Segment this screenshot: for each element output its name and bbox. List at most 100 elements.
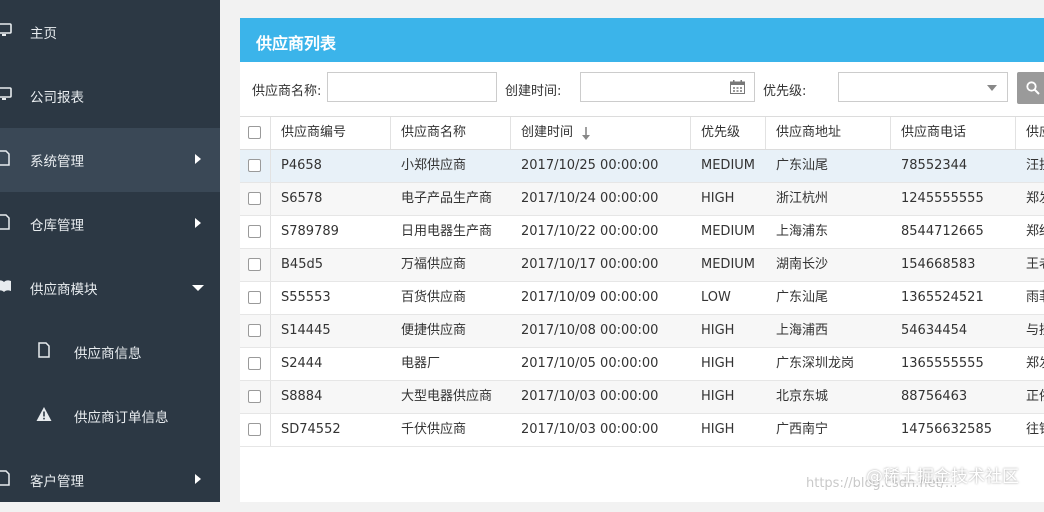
column-header-created-time[interactable]: 创建时间 [511, 117, 691, 149]
panel-header: 供应商列表 [240, 18, 1044, 62]
table-cell: 88756463 [901, 389, 968, 404]
table-row[interactable]: S14445 便捷供应商 2017/10/08 00:00:00 HIGH 上海浦西 54… [240, 315, 1044, 348]
table-cell: 千伏供应商 [401, 422, 467, 437]
table-cell: 汪挂 [1026, 158, 1044, 173]
sidebar-item-label: 公司报表 [30, 90, 84, 106]
created-time-label: 创建时间: [505, 84, 562, 99]
row-checkbox[interactable] [248, 357, 261, 370]
sidebar-item-label: 仓库管理 [30, 218, 84, 234]
table-cell: 2017/10/05 00:00:00 [521, 356, 659, 371]
document-icon [38, 342, 50, 358]
created-time-picker[interactable] [580, 72, 755, 102]
sidebar-item-supplier-module[interactable]: 供应商模块 [0, 256, 220, 320]
caret-right-icon [195, 154, 201, 164]
table-cell: 广西南宁 [776, 422, 829, 437]
caret-right-icon [195, 218, 201, 228]
row-checkbox[interactable] [248, 192, 261, 205]
row-select-cell [240, 315, 271, 347]
column-header[interactable]: 供应商电话 [891, 117, 1016, 149]
supplier-name-input[interactable] [327, 72, 497, 102]
monitor-icon [0, 23, 12, 36]
column-header[interactable]: 供应商地址 [766, 117, 891, 149]
row-checkbox[interactable] [248, 225, 261, 238]
document-icon [0, 214, 10, 230]
row-checkbox[interactable] [248, 324, 261, 337]
table-cell: 北京东城 [776, 389, 829, 404]
sidebar-item-home[interactable]: 主页 [0, 0, 220, 64]
calendar-icon[interactable] [730, 80, 745, 94]
sort-descending-icon[interactable] [582, 127, 590, 140]
sidebar-item-system-management[interactable]: 系统管理 [0, 128, 220, 192]
table-cell: 小郑供应商 [401, 158, 467, 173]
column-header[interactable]: 供应商名称 [391, 117, 511, 149]
table-cell: 上海浦西 [776, 323, 829, 338]
column-header[interactable]: 供应 [1016, 117, 1044, 149]
column-header[interactable]: 供应商编号 [271, 117, 391, 149]
sidebar-item-supplier-info[interactable]: 供应商信息 [0, 320, 220, 384]
table-cell: 154668583 [901, 257, 976, 272]
table-cell: 日用电器生产商 [401, 224, 493, 239]
row-select-cell [240, 183, 271, 215]
table-row[interactable]: S6578 电子产品生产商 2017/10/24 00:00:00 HIGH 浙江杭州 1… [240, 183, 1044, 216]
table-cell: 电子产品生产商 [401, 191, 493, 206]
caret-right-icon [195, 474, 201, 484]
row-checkbox[interactable] [248, 258, 261, 271]
table-cell: 雨菲 [1026, 290, 1044, 305]
table-cell: B45d5 [281, 257, 323, 272]
search-button[interactable] [1017, 72, 1044, 104]
priority-select[interactable] [838, 72, 1008, 102]
row-select-cell [240, 216, 271, 248]
table-cell: 郑结 [1026, 224, 1044, 239]
table-cell: 1365524521 [901, 290, 984, 305]
chevron-down-icon [987, 85, 997, 91]
table-row[interactable]: S789789 日用电器生产商 2017/10/22 00:00:00 MEDIUM 上… [240, 216, 1044, 249]
sidebar-item-label: 系统管理 [30, 154, 84, 170]
table-row[interactable]: S55553 百货供应商 2017/10/09 00:00:00 LOW 广东汕尾 136… [240, 282, 1044, 315]
row-select-cell [240, 414, 271, 446]
table-cell: 往钱 [1026, 422, 1044, 437]
row-select-cell [240, 249, 271, 281]
select-all-cell [240, 117, 271, 149]
table-row[interactable]: B45d5 万福供应商 2017/10/17 00:00:00 MEDIUM 湖南长沙 1… [240, 249, 1044, 282]
table-cell: 广东深圳龙岗 [776, 356, 855, 371]
table-cell: 浙江杭州 [776, 191, 829, 206]
filter-bar: 供应商名称: 创建时间: 优先级: [240, 62, 1044, 116]
table-row[interactable]: S2444 电器厂 2017/10/05 00:00:00 HIGH 广东深圳龙岗 136… [240, 348, 1044, 381]
row-select-cell [240, 150, 271, 182]
table-cell: 1245555555 [901, 191, 984, 206]
sidebar-item-customer-management[interactable]: 客户管理 [0, 448, 220, 512]
row-checkbox[interactable] [248, 423, 261, 436]
table-cell: 2017/10/03 00:00:00 [521, 422, 659, 437]
table-cell: S14445 [281, 323, 331, 338]
table-cell: S2444 [281, 356, 323, 371]
monitor-icon [0, 87, 12, 100]
sidebar-item-label: 客户管理 [30, 474, 84, 490]
table-cell: 54634454 [901, 323, 968, 338]
table-row[interactable]: P4658 小郑供应商 2017/10/25 00:00:00 MEDIUM 广东汕尾 7… [240, 150, 1044, 183]
select-all-checkbox[interactable] [248, 126, 261, 139]
table-cell: 湖南长沙 [776, 257, 829, 272]
caret-down-icon [192, 285, 204, 291]
table-cell: 2017/10/03 00:00:00 [521, 389, 659, 404]
column-header[interactable]: 优先级 [691, 117, 766, 149]
document-icon [0, 150, 10, 166]
sidebar-item-company-reports[interactable]: 公司报表 [0, 64, 220, 128]
table-cell: MEDIUM [701, 224, 756, 239]
table-cell: HIGH [701, 356, 735, 371]
priority-label: 优先级: [763, 84, 807, 99]
warning-icon [36, 407, 52, 421]
row-checkbox[interactable] [248, 291, 261, 304]
sidebar-item-warehouse-management[interactable]: 仓库管理 [0, 192, 220, 256]
row-checkbox[interactable] [248, 159, 261, 172]
table-cell: MEDIUM [701, 158, 756, 173]
table-row[interactable]: S8884 大型电器供应商 2017/10/03 00:00:00 HIGH 北京东城 8… [240, 381, 1044, 414]
table-cell: P4658 [281, 158, 322, 173]
book-icon [0, 280, 11, 292]
table-cell: 王老 [1026, 257, 1044, 272]
table-cell: 2017/10/08 00:00:00 [521, 323, 659, 338]
page-title: 供应商列表 [256, 34, 337, 53]
table-row[interactable]: SD74552 千伏供应商 2017/10/03 00:00:00 HIGH 广西南宁 1… [240, 414, 1044, 447]
row-checkbox[interactable] [248, 390, 261, 403]
sidebar-item-supplier-orders[interactable]: 供应商订单信息 [0, 384, 220, 448]
table-cell: 百货供应商 [401, 290, 467, 305]
